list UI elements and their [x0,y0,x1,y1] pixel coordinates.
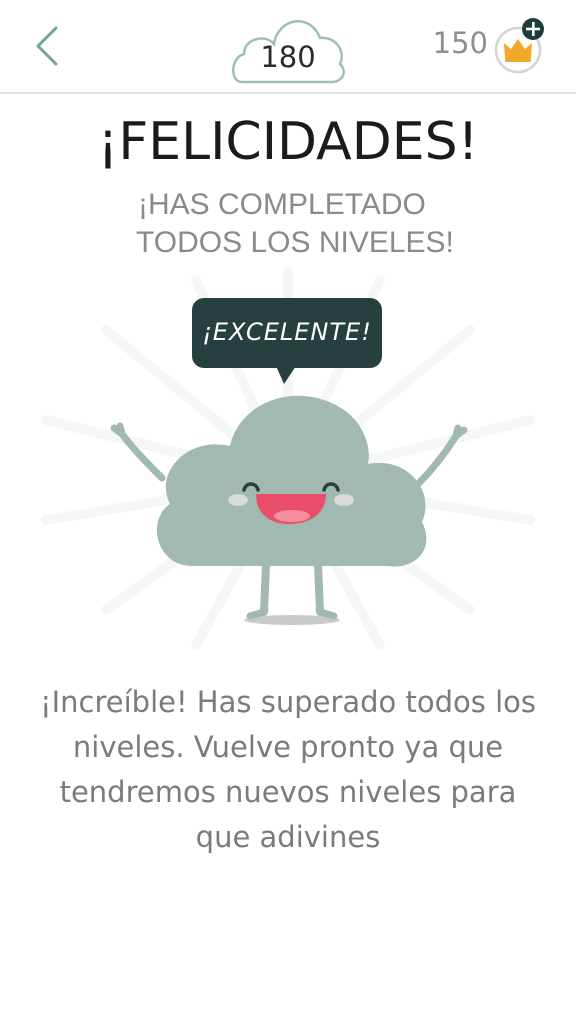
cloud-body [156,395,427,567]
cloud-mascot-illustration [41,265,535,650]
top-bar: 180 150 [0,0,576,94]
plus-icon [522,18,544,40]
coins-count: 150 [432,26,488,60]
chevron-left-icon [36,26,58,66]
subtitle-line-1: ¡HAS COMPLETADO [138,188,426,221]
congratulations-message: ¡Increíble! Has superado todos los nivel… [39,685,537,854]
speech-bubble-text: ¡EXCELENTE! [202,318,372,346]
back-button[interactable] [22,18,78,74]
buy-coins-button[interactable] [492,16,548,76]
level-number: 180 [260,40,316,74]
page-title: ¡FELICIDADES! [97,112,479,172]
cloud-legs [260,560,324,616]
